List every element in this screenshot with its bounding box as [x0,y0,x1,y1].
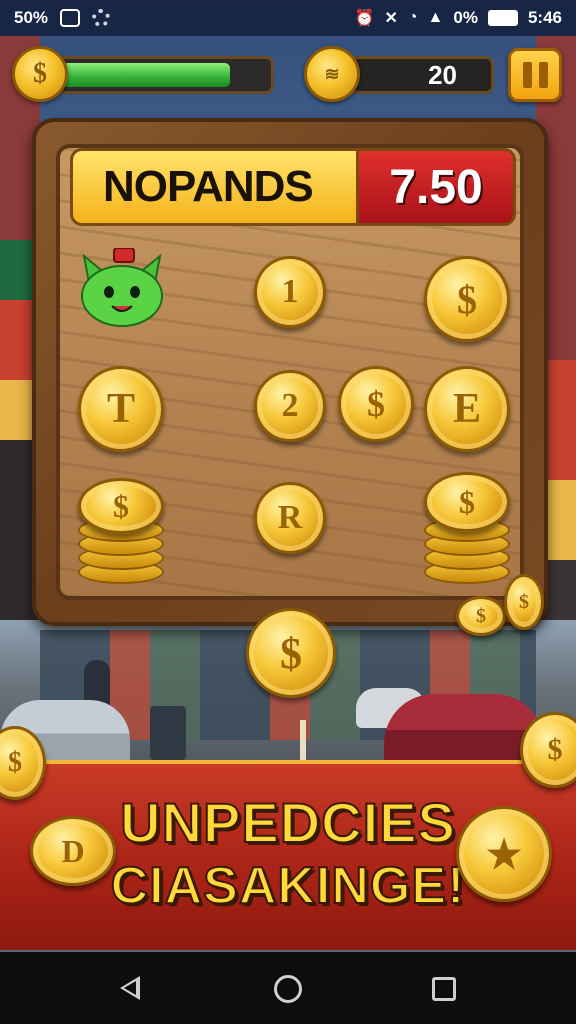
back-icon[interactable] [120,976,140,1000]
coin-1[interactable]: 1 [254,256,326,328]
battery-percent-right: 0% [453,8,478,27]
coin-t[interactable]: T [78,366,164,452]
coin-r[interactable]: R [254,482,326,554]
pause-button[interactable] [508,48,562,102]
trash-can [150,706,186,760]
navigation-bar [0,952,576,1024]
decor-coin-stack: D [30,816,116,886]
stack-top-coin: $ [78,478,164,534]
mute-icon: ✕ [384,10,398,27]
star-coin: ★ [456,806,552,902]
image-icon [60,9,81,27]
alarm-icon: ⏰ [354,10,375,27]
level-progress-fill [63,63,230,87]
coin-dollar-top-right[interactable]: $ [424,256,510,342]
wifi-icon: ◔ [407,9,418,26]
coin-stack-left[interactable]: $ [78,478,164,584]
signal-icon: ▲ [427,9,444,26]
dollar-coin-icon: $ [12,46,68,102]
settings-icon [92,9,111,27]
home-icon[interactable] [274,975,302,1003]
coin-stack-right[interactable]: $ [424,472,510,584]
falling-coin[interactable]: $ [246,608,336,698]
pause-icon [522,62,532,88]
board-title: NOPANDS [70,148,360,226]
status-bar: 50% ⏰ ✕ ◔ ▲ 0% 5:46 [0,0,576,36]
coin-stack-icon: ≋ [304,46,360,102]
board-score: 7.50 [356,148,516,226]
coin-dollar-middle[interactable]: $ [338,366,414,442]
road-marking [300,720,306,760]
stack-top-coin: $ [424,472,510,532]
battery-percent-left: 50% [14,8,49,27]
coin-counter: 20 [350,56,494,94]
clock: 5:46 [527,8,562,27]
pause-icon-bar [538,62,548,88]
loose-coin: $ [504,574,544,630]
coin-2[interactable]: 2 [254,370,326,442]
battery-icon [487,10,518,26]
loose-coin: $ [456,596,506,636]
cat-character[interactable] [76,248,168,330]
coin-e[interactable]: E [424,366,510,452]
recent-apps-icon[interactable] [432,977,456,1001]
level-progress-bar [56,56,274,94]
game-board: NOPANDS 7.50 1 $ T 2 $ E $ R $ [32,118,548,626]
